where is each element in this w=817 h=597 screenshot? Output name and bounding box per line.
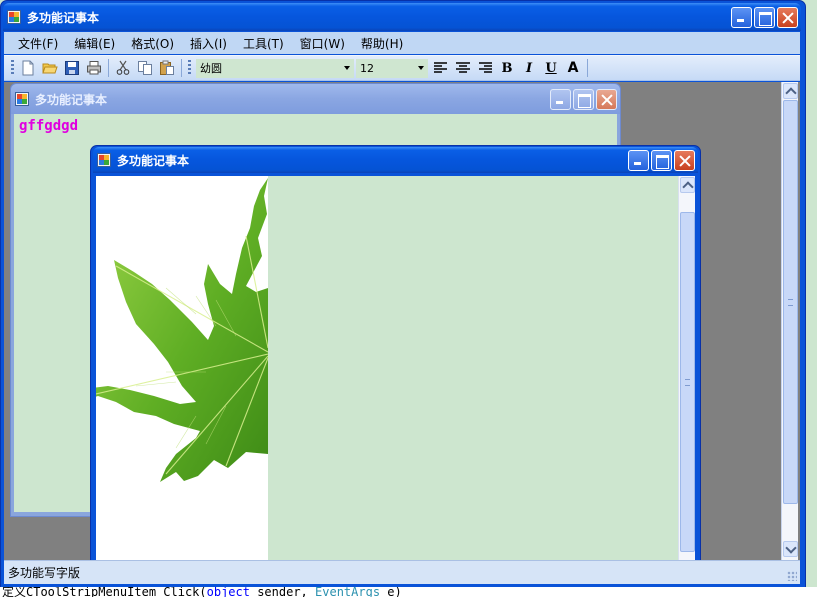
save-button[interactable] bbox=[61, 57, 83, 79]
close-icon bbox=[675, 151, 694, 170]
toolbar-separator bbox=[181, 59, 182, 77]
toolbar: 幼圆 12 B I U A bbox=[4, 55, 800, 81]
child1-title: 多功能记事本 bbox=[35, 92, 108, 107]
font-color-icon: A bbox=[567, 60, 579, 76]
child2-close-button[interactable] bbox=[674, 149, 695, 171]
code-prefix: 定义CToolStripMenuItem_Click( bbox=[2, 587, 207, 597]
child1-close-button[interactable] bbox=[596, 88, 617, 110]
app-icon[interactable] bbox=[97, 153, 111, 167]
paste-button[interactable] bbox=[156, 57, 178, 79]
main-window-title: 多功能记事本 bbox=[27, 10, 100, 25]
new-file-icon bbox=[22, 60, 34, 76]
chevron-down-icon[interactable] bbox=[415, 60, 427, 77]
open-file-button[interactable] bbox=[39, 57, 61, 79]
scroll-up-arrow-icon[interactable] bbox=[680, 177, 695, 193]
menu-bar: 文件(F) 编辑(E) 格式(O) 插入(I) 工具(T) 窗口(W) 帮助(H… bbox=[4, 32, 800, 54]
minimize-icon bbox=[551, 90, 570, 109]
menu-file[interactable]: 文件(F) bbox=[10, 35, 66, 52]
child1-document-text: gffgdgd bbox=[19, 118, 79, 134]
child2-minimize-button[interactable] bbox=[628, 149, 649, 171]
italic-button[interactable]: I bbox=[518, 57, 540, 79]
child2-maximize-button[interactable] bbox=[651, 149, 672, 171]
code-suffix: e) bbox=[380, 587, 402, 597]
leaf-image bbox=[96, 176, 268, 560]
app-icon[interactable] bbox=[15, 92, 29, 106]
scroll-down-arrow-icon[interactable] bbox=[783, 541, 798, 557]
main-minimize-button[interactable] bbox=[731, 6, 752, 28]
toolbar-separator bbox=[587, 59, 588, 77]
status-bar: 多功能写字版 bbox=[4, 560, 800, 584]
menu-tools[interactable]: 工具(T) bbox=[235, 35, 292, 52]
toolbar-grip[interactable] bbox=[11, 60, 14, 76]
underline-icon: U bbox=[545, 60, 557, 76]
align-center-icon bbox=[456, 62, 470, 73]
bold-icon: B bbox=[501, 60, 513, 76]
minimize-icon bbox=[732, 8, 751, 27]
scroll-up-arrow-icon[interactable] bbox=[783, 83, 798, 99]
minimize-icon bbox=[629, 151, 648, 170]
copy-icon bbox=[138, 61, 152, 75]
app-icon[interactable] bbox=[7, 10, 21, 24]
resize-grip-icon[interactable] bbox=[787, 571, 797, 581]
child2-title: 多功能记事本 bbox=[117, 153, 190, 168]
save-icon bbox=[65, 61, 79, 75]
menu-insert[interactable]: 插入(I) bbox=[182, 35, 235, 52]
maple-leaf-icon bbox=[96, 178, 268, 482]
font-name-combo[interactable]: 幼圆 bbox=[196, 58, 354, 78]
menu-help[interactable]: 帮助(H) bbox=[353, 35, 411, 52]
status-text: 多功能写字版 bbox=[8, 566, 81, 580]
close-icon bbox=[778, 8, 797, 27]
scroll-thumb[interactable] bbox=[680, 212, 695, 552]
print-button[interactable] bbox=[83, 57, 105, 79]
child1-maximize-button[interactable] bbox=[573, 88, 594, 110]
maximize-icon bbox=[652, 151, 671, 170]
code-keyword: object bbox=[206, 587, 250, 597]
code-mid: sender, bbox=[249, 587, 316, 597]
italic-icon: I bbox=[525, 60, 533, 76]
align-right-icon bbox=[479, 62, 492, 73]
main-maximize-button[interactable] bbox=[754, 6, 775, 28]
background-code-line: 定义CToolStripMenuItem_Click(object sender… bbox=[0, 587, 817, 597]
toolbar-separator bbox=[108, 59, 109, 77]
menu-window[interactable]: 窗口(W) bbox=[292, 35, 353, 52]
child2-vertical-scrollbar[interactable] bbox=[678, 176, 695, 560]
font-color-button[interactable]: A bbox=[562, 57, 584, 79]
maximize-icon bbox=[574, 90, 593, 109]
bold-button[interactable]: B bbox=[496, 57, 518, 79]
font-size-combo[interactable]: 12 bbox=[356, 58, 428, 78]
close-icon bbox=[597, 90, 616, 109]
cut-icon bbox=[116, 60, 130, 75]
font-name-value: 幼圆 bbox=[200, 62, 222, 75]
new-file-button[interactable] bbox=[17, 57, 39, 79]
toolbar-grip[interactable] bbox=[188, 60, 191, 76]
child2-titlebar[interactable]: 多功能记事本 bbox=[93, 147, 698, 173]
mdi-vertical-scrollbar[interactable] bbox=[781, 82, 798, 560]
align-right-button[interactable] bbox=[474, 57, 496, 79]
child1-titlebar[interactable]: 多功能记事本 bbox=[11, 84, 620, 114]
menu-edit[interactable]: 编辑(E) bbox=[66, 35, 123, 52]
align-left-icon bbox=[434, 62, 447, 73]
chevron-down-icon[interactable] bbox=[341, 60, 353, 77]
scroll-thumb[interactable] bbox=[783, 100, 798, 504]
maximize-icon bbox=[755, 8, 774, 27]
font-size-value: 12 bbox=[360, 61, 374, 75]
copy-button[interactable] bbox=[134, 57, 156, 79]
child1-minimize-button[interactable] bbox=[550, 88, 571, 110]
main-titlebar[interactable]: 多功能记事本 bbox=[3, 3, 801, 31]
paste-icon bbox=[160, 60, 174, 75]
print-icon bbox=[87, 61, 101, 75]
cut-button[interactable] bbox=[112, 57, 134, 79]
open-folder-icon bbox=[42, 63, 58, 74]
main-close-button[interactable] bbox=[777, 6, 798, 28]
underline-button[interactable]: U bbox=[540, 57, 562, 79]
align-left-button[interactable] bbox=[430, 57, 452, 79]
code-type: EventArgs bbox=[315, 587, 381, 597]
align-center-button[interactable] bbox=[452, 57, 474, 79]
menu-format[interactable]: 格式(O) bbox=[123, 35, 182, 52]
